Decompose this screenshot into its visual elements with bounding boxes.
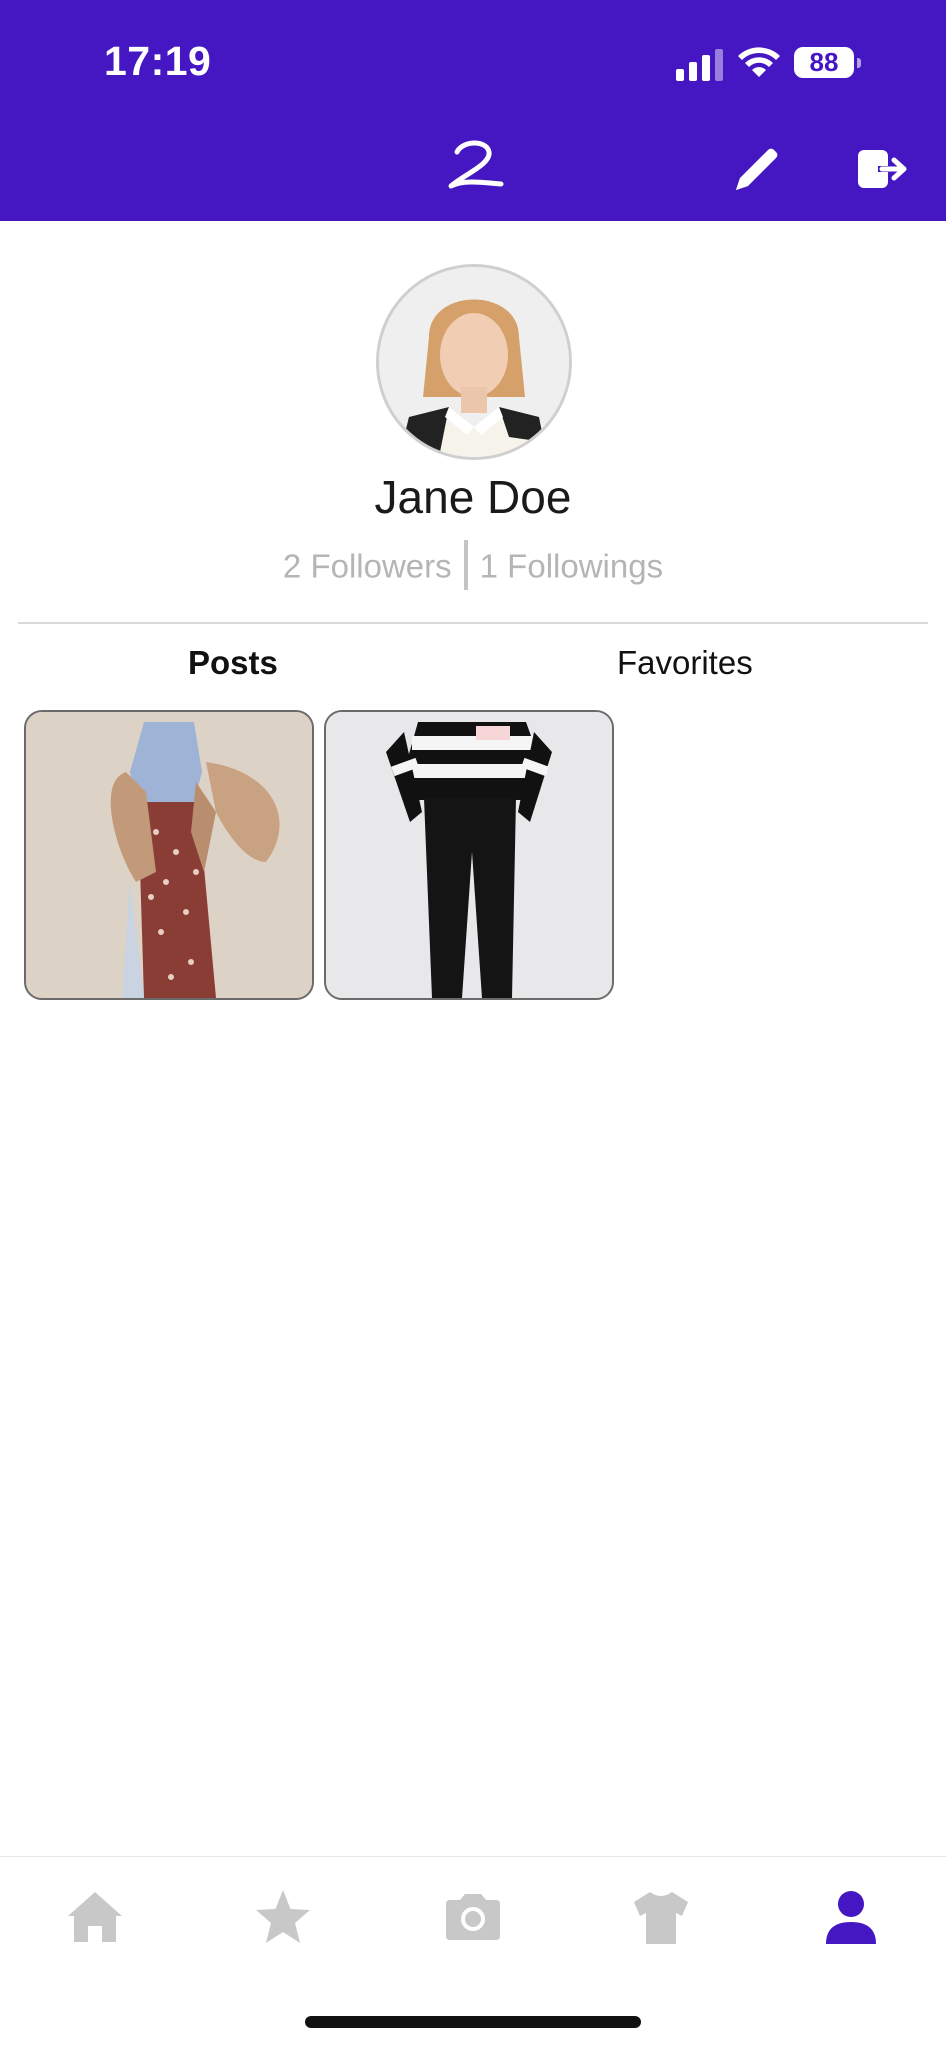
- app-logo-icon: [448, 140, 504, 189]
- camera-icon[interactable]: [442, 1886, 504, 1948]
- tab-bar-divider: [0, 1856, 946, 1857]
- section-divider: [18, 622, 928, 624]
- avatar[interactable]: [376, 264, 572, 460]
- star-icon[interactable]: [252, 1886, 314, 1948]
- counts-separator: [463, 540, 468, 590]
- home-icon[interactable]: [64, 1886, 126, 1948]
- tshirt-icon[interactable]: [630, 1886, 692, 1948]
- battery-cap: [857, 58, 861, 68]
- post-thumbnail[interactable]: [324, 710, 614, 1000]
- post-image-dress: [26, 712, 312, 998]
- app-header: 17:19 88: [0, 0, 946, 221]
- battery-indicator: 88: [794, 47, 854, 78]
- followings-count[interactable]: 1 Followings: [480, 548, 663, 585]
- tab-posts[interactable]: Posts: [188, 644, 278, 682]
- tab-favorites[interactable]: Favorites: [617, 644, 753, 682]
- avatar-photo: [379, 267, 569, 457]
- follow-counts: 2 Followers 1 Followings: [0, 540, 946, 594]
- profile-name: Jane Doe: [374, 471, 572, 523]
- wifi-icon: [738, 47, 780, 77]
- status-time: 17:19: [104, 38, 212, 84]
- logout-icon[interactable]: [856, 146, 908, 192]
- post-image-stripes: [326, 712, 612, 998]
- home-indicator: [305, 2016, 641, 2028]
- signal-icon: [676, 49, 723, 81]
- user-icon[interactable]: [820, 1886, 882, 1948]
- followers-count[interactable]: 2 Followers: [283, 548, 452, 585]
- edit-profile-icon[interactable]: [730, 142, 784, 196]
- post-thumbnail[interactable]: [24, 710, 314, 1000]
